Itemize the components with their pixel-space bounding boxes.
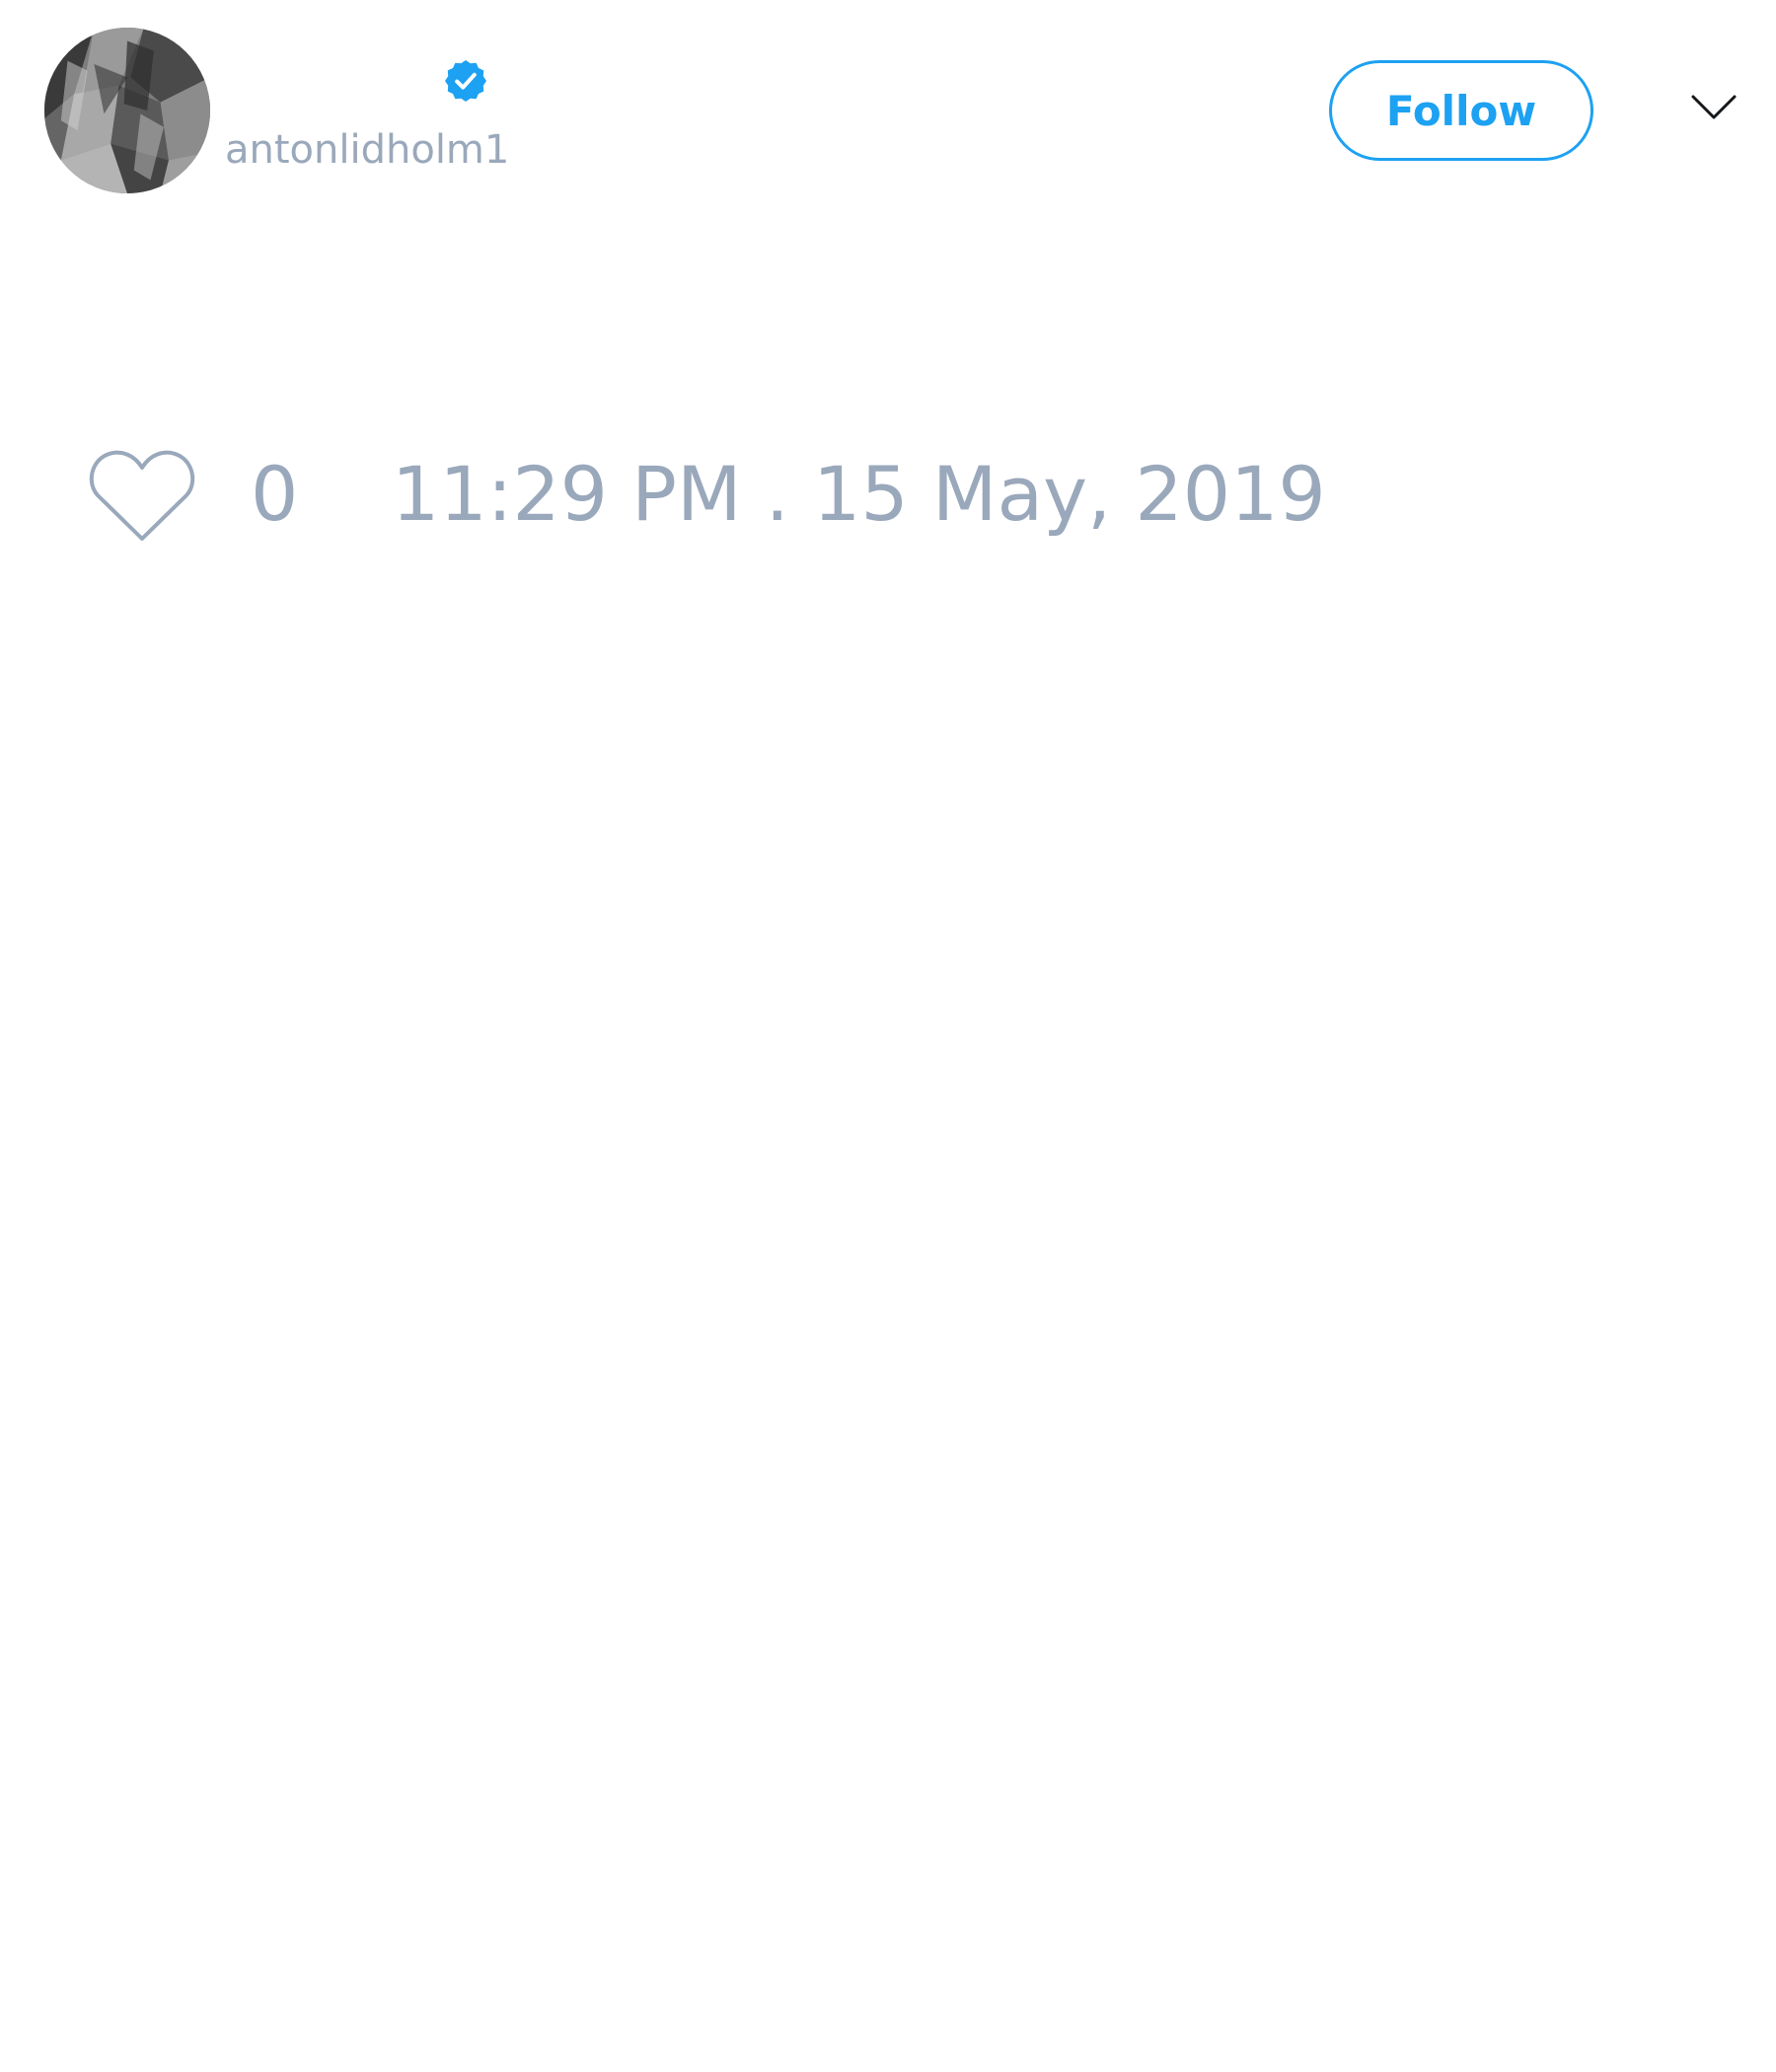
avatar-photo — [44, 28, 210, 193]
tweet-timestamp[interactable]: 11:29 PM . 15 May, 2019 — [392, 452, 1326, 537]
follow-button[interactable]: Follow — [1329, 60, 1593, 161]
heart-icon[interactable] — [89, 446, 195, 543]
author-handle[interactable]: antonlidholm1 — [225, 126, 509, 174]
verified-badge-icon — [442, 57, 489, 105]
chevron-down-icon[interactable] — [1690, 93, 1738, 122]
avatar[interactable] — [44, 28, 210, 193]
like-count: 0 — [251, 450, 299, 538]
